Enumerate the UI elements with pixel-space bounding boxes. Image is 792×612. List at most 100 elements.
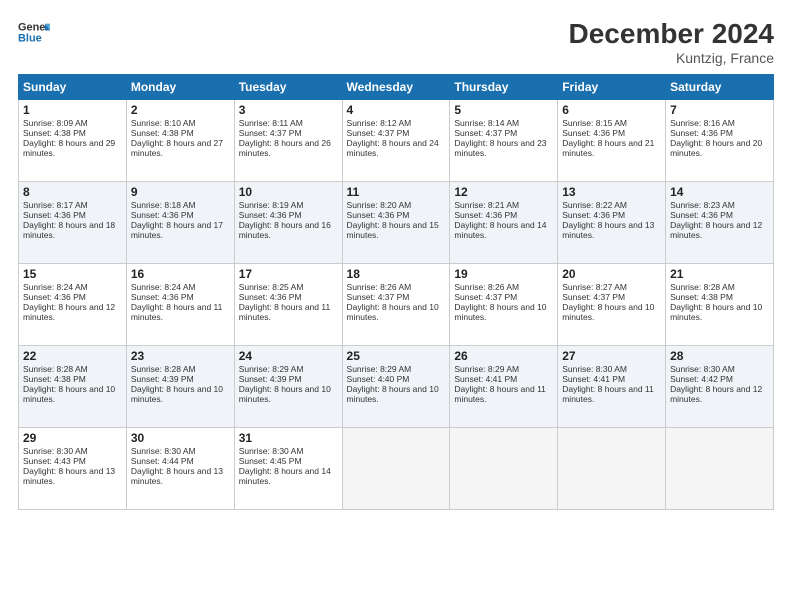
table-cell [558,428,666,510]
table-cell: 24Sunrise: 8:29 AMSunset: 4:39 PMDayligh… [234,346,342,428]
sunset-label: Sunset: 4:38 PM [670,292,733,302]
day-number: 14 [670,185,769,199]
table-cell: 23Sunrise: 8:28 AMSunset: 4:39 PMDayligh… [126,346,234,428]
day-number: 21 [670,267,769,281]
day-number: 3 [239,103,338,117]
table-cell [450,428,558,510]
table-cell: 19Sunrise: 8:26 AMSunset: 4:37 PMDayligh… [450,264,558,346]
sunset-label: Sunset: 4:37 PM [562,292,625,302]
header-row: Sunday Monday Tuesday Wednesday Thursday… [19,75,774,100]
table-cell: 18Sunrise: 8:26 AMSunset: 4:37 PMDayligh… [342,264,450,346]
sunrise-label: Sunrise: 8:28 AM [23,364,88,374]
daylight-label: Daylight: 8 hours and 24 minutes. [347,138,439,158]
table-cell: 6Sunrise: 8:15 AMSunset: 4:36 PMDaylight… [558,100,666,182]
table-cell [666,428,774,510]
daylight-label: Daylight: 8 hours and 11 minutes. [239,302,331,322]
col-tuesday: Tuesday [234,75,342,100]
daylight-label: Daylight: 8 hours and 16 minutes. [239,220,331,240]
sunset-label: Sunset: 4:36 PM [454,210,517,220]
table-cell: 3Sunrise: 8:11 AMSunset: 4:37 PMDaylight… [234,100,342,182]
table-cell: 30Sunrise: 8:30 AMSunset: 4:44 PMDayligh… [126,428,234,510]
daylight-label: Daylight: 8 hours and 21 minutes. [562,138,654,158]
sunset-label: Sunset: 4:38 PM [131,128,194,138]
sunrise-label: Sunrise: 8:30 AM [239,446,304,456]
daylight-label: Daylight: 8 hours and 11 minutes. [562,384,654,404]
table-cell: 11Sunrise: 8:20 AMSunset: 4:36 PMDayligh… [342,182,450,264]
sunset-label: Sunset: 4:36 PM [347,210,410,220]
table-cell: 7Sunrise: 8:16 AMSunset: 4:36 PMDaylight… [666,100,774,182]
table-cell: 21Sunrise: 8:28 AMSunset: 4:38 PMDayligh… [666,264,774,346]
sunrise-label: Sunrise: 8:30 AM [23,446,88,456]
col-monday: Monday [126,75,234,100]
sunrise-label: Sunrise: 8:11 AM [239,118,303,128]
col-friday: Friday [558,75,666,100]
calendar-table: Sunday Monday Tuesday Wednesday Thursday… [18,74,774,510]
daylight-label: Daylight: 8 hours and 12 minutes. [670,220,762,240]
sunrise-label: Sunrise: 8:22 AM [562,200,627,210]
table-cell: 22Sunrise: 8:28 AMSunset: 4:38 PMDayligh… [19,346,127,428]
sunset-label: Sunset: 4:38 PM [23,374,86,384]
col-wednesday: Wednesday [342,75,450,100]
sunset-label: Sunset: 4:37 PM [454,292,517,302]
daylight-label: Daylight: 8 hours and 11 minutes. [454,384,546,404]
day-number: 4 [347,103,446,117]
sunrise-label: Sunrise: 8:24 AM [23,282,88,292]
sunrise-label: Sunrise: 8:27 AM [562,282,627,292]
daylight-label: Daylight: 8 hours and 12 minutes. [23,302,115,322]
sunset-label: Sunset: 4:42 PM [670,374,733,384]
daylight-label: Daylight: 8 hours and 27 minutes. [131,138,223,158]
sunrise-label: Sunrise: 8:28 AM [670,282,735,292]
sunrise-label: Sunrise: 8:26 AM [454,282,519,292]
sunset-label: Sunset: 4:36 PM [131,210,194,220]
day-number: 30 [131,431,230,445]
day-number: 19 [454,267,553,281]
daylight-label: Daylight: 8 hours and 20 minutes. [670,138,762,158]
day-number: 16 [131,267,230,281]
day-number: 8 [23,185,122,199]
sunrise-label: Sunrise: 8:30 AM [131,446,196,456]
col-thursday: Thursday [450,75,558,100]
col-saturday: Saturday [666,75,774,100]
daylight-label: Daylight: 8 hours and 10 minutes. [562,302,654,322]
daylight-label: Daylight: 8 hours and 15 minutes. [347,220,439,240]
daylight-label: Daylight: 8 hours and 10 minutes. [347,384,439,404]
sunrise-label: Sunrise: 8:29 AM [239,364,304,374]
sunrise-label: Sunrise: 8:24 AM [131,282,196,292]
sunrise-label: Sunrise: 8:30 AM [670,364,735,374]
day-number: 23 [131,349,230,363]
sunset-label: Sunset: 4:36 PM [239,292,302,302]
table-cell: 29Sunrise: 8:30 AMSunset: 4:43 PMDayligh… [19,428,127,510]
day-number: 31 [239,431,338,445]
sunrise-label: Sunrise: 8:20 AM [347,200,412,210]
day-number: 11 [347,185,446,199]
header: General Blue December 2024 Kuntzig, Fran… [18,18,774,66]
sunset-label: Sunset: 4:36 PM [562,210,625,220]
table-cell: 28Sunrise: 8:30 AMSunset: 4:42 PMDayligh… [666,346,774,428]
sunrise-label: Sunrise: 8:25 AM [239,282,304,292]
col-sunday: Sunday [19,75,127,100]
sunrise-label: Sunrise: 8:28 AM [131,364,196,374]
daylight-label: Daylight: 8 hours and 18 minutes. [23,220,115,240]
day-number: 6 [562,103,661,117]
sunrise-label: Sunrise: 8:15 AM [562,118,627,128]
day-number: 24 [239,349,338,363]
sunrise-label: Sunrise: 8:29 AM [454,364,519,374]
sunset-label: Sunset: 4:37 PM [347,128,410,138]
daylight-label: Daylight: 8 hours and 10 minutes. [23,384,115,404]
table-cell [342,428,450,510]
sunrise-label: Sunrise: 8:19 AM [239,200,304,210]
table-row: 8Sunrise: 8:17 AMSunset: 4:36 PMDaylight… [19,182,774,264]
daylight-label: Daylight: 8 hours and 13 minutes. [23,466,115,486]
day-number: 10 [239,185,338,199]
daylight-label: Daylight: 8 hours and 23 minutes. [454,138,546,158]
table-cell: 25Sunrise: 8:29 AMSunset: 4:40 PMDayligh… [342,346,450,428]
sunset-label: Sunset: 4:43 PM [23,456,86,466]
sunrise-label: Sunrise: 8:17 AM [23,200,88,210]
sunset-label: Sunset: 4:38 PM [23,128,86,138]
sunrise-label: Sunrise: 8:14 AM [454,118,519,128]
day-number: 22 [23,349,122,363]
daylight-label: Daylight: 8 hours and 10 minutes. [347,302,439,322]
daylight-label: Daylight: 8 hours and 14 minutes. [454,220,546,240]
sunset-label: Sunset: 4:36 PM [239,210,302,220]
sunset-label: Sunset: 4:44 PM [131,456,194,466]
